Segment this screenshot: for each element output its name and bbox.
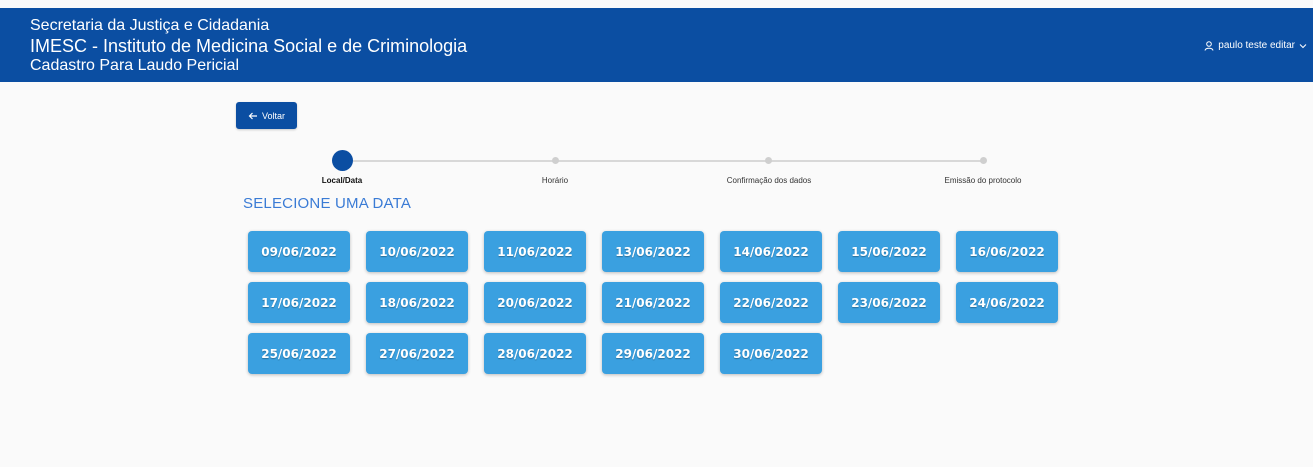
date-button[interactable]: 18/06/2022 xyxy=(366,282,468,323)
step-4-indicator xyxy=(980,157,987,164)
date-button[interactable]: 17/06/2022 xyxy=(248,282,350,323)
step-2-indicator xyxy=(552,157,559,164)
date-button[interactable]: 16/06/2022 xyxy=(956,231,1058,272)
date-button[interactable]: 24/06/2022 xyxy=(956,282,1058,323)
step-3-indicator xyxy=(765,157,772,164)
header-institute: IMESC - Instituto de Medicina Social e d… xyxy=(30,36,468,56)
date-button[interactable]: 13/06/2022 xyxy=(602,231,704,272)
step-2-label: Horário xyxy=(541,176,569,185)
date-button[interactable]: 27/06/2022 xyxy=(366,333,468,374)
date-grid: 09/06/2022 10/06/2022 11/06/2022 13/06/2… xyxy=(248,231,1058,374)
back-button-label: Voltar xyxy=(261,110,285,121)
back-button[interactable]: Voltar xyxy=(236,102,297,129)
user-name: paulo teste editar xyxy=(1218,40,1295,51)
date-button[interactable]: 23/06/2022 xyxy=(838,282,940,323)
date-button[interactable]: 29/06/2022 xyxy=(602,333,704,374)
step-1-label: Local/Data xyxy=(321,176,363,185)
date-button[interactable]: 22/06/2022 xyxy=(720,282,822,323)
user-menu[interactable]: paulo teste editar xyxy=(1204,40,1307,51)
arrow-left-icon xyxy=(248,112,257,119)
date-button[interactable]: 28/06/2022 xyxy=(484,333,586,374)
date-button[interactable]: 10/06/2022 xyxy=(366,231,468,272)
date-button[interactable]: 20/06/2022 xyxy=(484,282,586,323)
header-page-title: Cadastro Para Laudo Pericial xyxy=(30,57,240,74)
step-3-label: Confirmação dos dados xyxy=(726,176,812,185)
app-header: Secretaria da Justiça e Cidadania IMESC … xyxy=(0,8,1313,82)
step-4-label: Emissão do protocolo xyxy=(944,176,1022,185)
date-button[interactable]: 14/06/2022 xyxy=(720,231,822,272)
chevron-down-icon xyxy=(1299,43,1307,48)
date-button[interactable]: 21/06/2022 xyxy=(602,282,704,323)
header-secretaria: Secretaria da Justiça e Cidadania xyxy=(30,17,270,34)
date-button[interactable]: 30/06/2022 xyxy=(720,333,822,374)
section-title: SELECIONE UMA DATA xyxy=(243,195,412,212)
date-button[interactable]: 09/06/2022 xyxy=(248,231,350,272)
user-icon xyxy=(1204,40,1214,51)
step-1-indicator xyxy=(332,150,353,171)
date-button[interactable]: 15/06/2022 xyxy=(838,231,940,272)
date-button[interactable]: 25/06/2022 xyxy=(248,333,350,374)
date-button[interactable]: 11/06/2022 xyxy=(484,231,586,272)
stepper-track xyxy=(353,160,983,162)
